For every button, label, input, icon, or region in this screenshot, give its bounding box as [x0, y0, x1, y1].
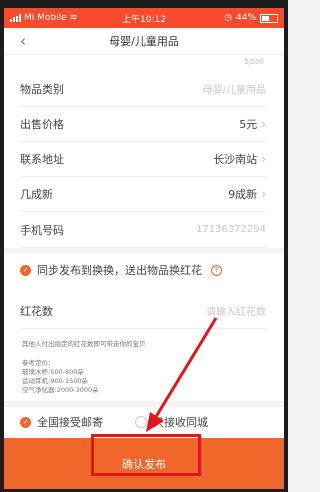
annotation-highlight-box [91, 434, 201, 476]
annotation-arrow [146, 317, 218, 432]
